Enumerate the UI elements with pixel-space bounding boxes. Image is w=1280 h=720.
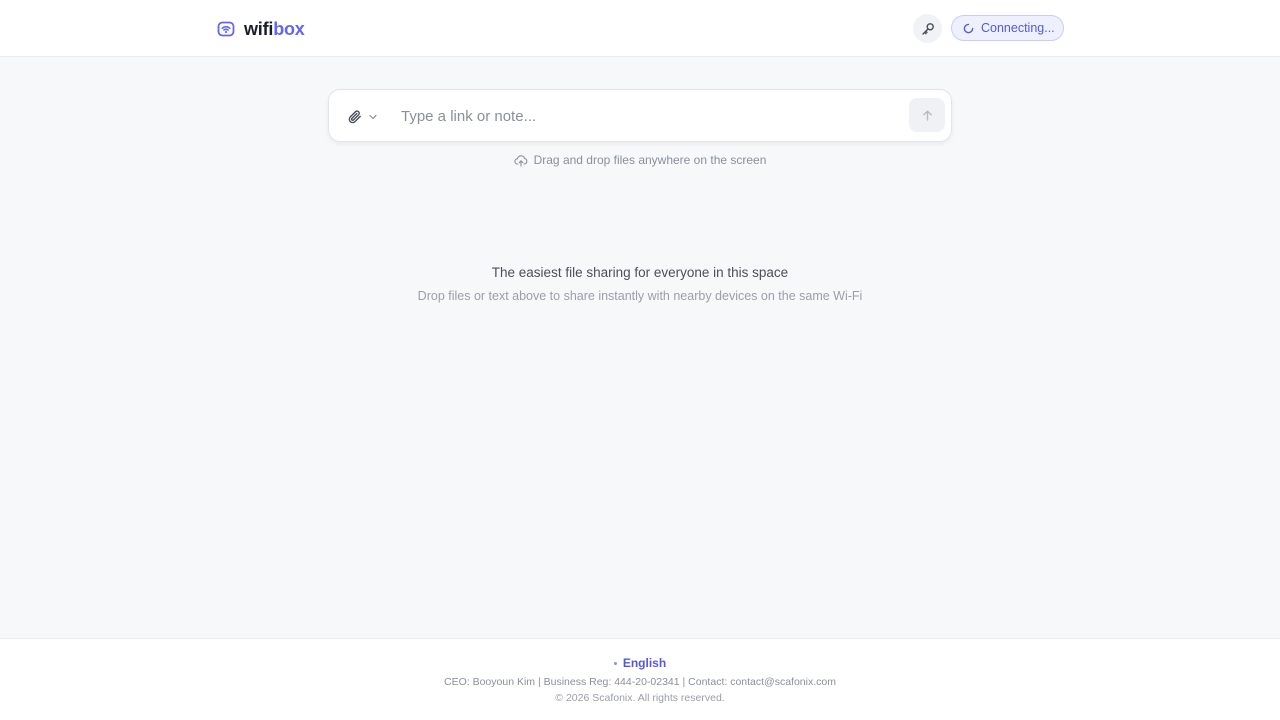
send-button[interactable] [909,98,945,132]
language-dot-icon [613,661,617,665]
connection-status-text: Connecting... [981,21,1055,35]
language-selector: English [0,656,1280,670]
hero-headline: The easiest file sharing for everyone in… [491,265,789,280]
link-note-input[interactable] [401,103,901,129]
cloud-upload-icon [513,154,527,167]
drag-drop-hint-text: Drag and drop files anywhere on the scre… [533,153,767,167]
business-info: CEO: Booyoun Kim | Business Reg: 444-20-… [444,676,836,688]
brand-name: wifibox [244,19,305,40]
key-button[interactable] [913,14,942,43]
share-composer [328,89,952,142]
chevron-down-icon [369,114,377,120]
drag-drop-hint: Drag and drop files anywhere on the scre… [0,153,1280,167]
brand-logo[interactable]: wifibox [217,17,305,41]
top-bar: wifibox Connecting... [0,0,1280,57]
brand-name-wifi: wifi [244,18,274,39]
loading-spinner-icon [963,23,974,33]
copyright: © 2026 Scafonix. All rights reserved. [555,692,725,704]
footer: English CEO: Booyoun Kim | Business Reg:… [0,638,1280,720]
wifi-box-icon [217,21,235,37]
attach-menu-button[interactable] [347,108,377,126]
language-option-english[interactable]: English [623,656,666,670]
paperclip-icon [348,110,361,124]
arrow-up-icon [922,110,932,121]
hero-subline: Drop files or text above to share instan… [417,289,863,303]
key-icon [921,22,934,35]
connection-status-badge: Connecting... [951,15,1064,41]
brand-name-box: box [273,18,305,39]
